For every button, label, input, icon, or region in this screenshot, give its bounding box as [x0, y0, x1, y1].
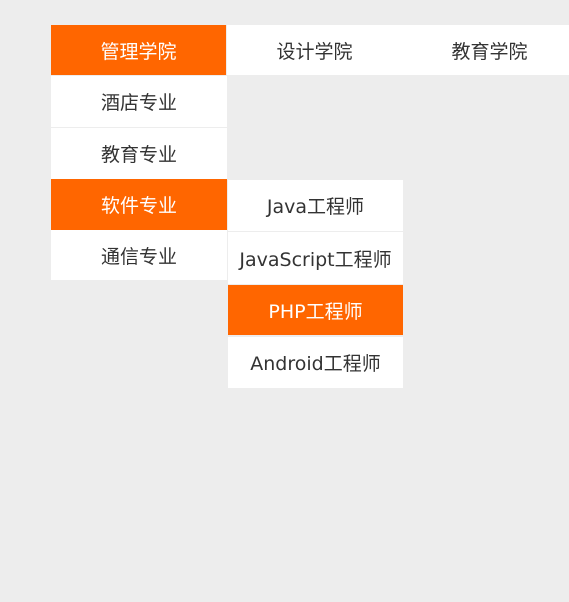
menu-item-java-engineer[interactable]: Java工程师	[228, 180, 403, 231]
menu-item-php-engineer[interactable]: PHP工程师	[228, 285, 403, 335]
menu-item-android-engineer[interactable]: Android工程师	[228, 337, 403, 388]
menu-item-javascript-engineer[interactable]: JavaScript工程师	[228, 232, 403, 284]
tab-education-college[interactable]: 教育学院	[402, 25, 569, 75]
menu-item-communication-major[interactable]: 通信专业	[51, 230, 227, 280]
tab-management-college[interactable]: 管理学院	[51, 25, 226, 75]
menu-item-education-major[interactable]: 教育专业	[51, 128, 227, 179]
tab-design-college[interactable]: 设计学院	[227, 25, 402, 75]
menu-item-hotel-major[interactable]: 酒店专业	[51, 76, 227, 127]
menu-item-software-major[interactable]: 软件专业	[51, 179, 227, 230]
